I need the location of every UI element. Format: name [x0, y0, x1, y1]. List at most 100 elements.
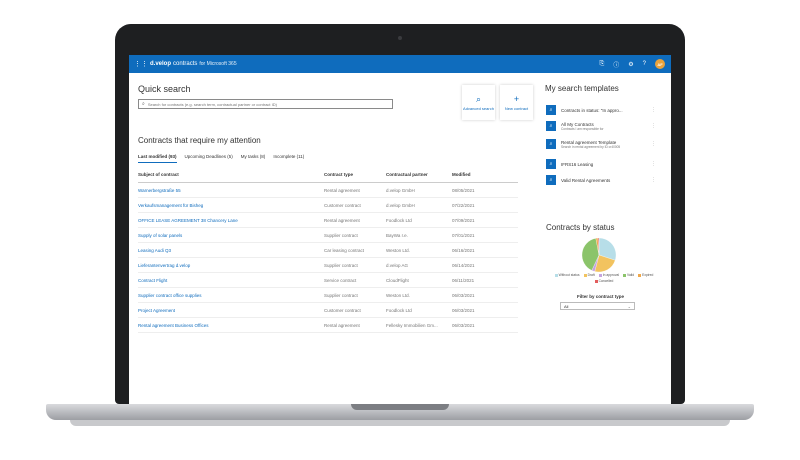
legend-item[interactable]: Valid: [623, 273, 634, 277]
avatar[interactable]: AF: [655, 59, 665, 69]
contract-subject-link[interactable]: Supply of solar panels: [138, 233, 324, 238]
more-icon[interactable]: ⋮: [651, 161, 656, 167]
search-template-name: IFRS16 Leasing: [561, 161, 594, 167]
status-pie-chart[interactable]: [581, 237, 617, 273]
help-icon[interactable]: ?: [643, 61, 646, 67]
quick-search-input[interactable]: [147, 101, 378, 107]
column-header[interactable]: Modified: [452, 172, 512, 177]
contract-subject-link[interactable]: Contract Flight: [138, 278, 324, 283]
info-icon[interactable]: ⓘ: [613, 60, 619, 69]
new-contract-button[interactable]: + New contract: [500, 85, 533, 120]
contract-partner: Weston Ltd.: [386, 247, 410, 253]
table-row[interactable]: OFFICE LEASE AGREEMENT 38 Chancery Lane …: [138, 213, 518, 228]
search-templates-title: My search templates: [545, 84, 619, 93]
table-row[interactable]: Contract Flight Service contract CloudFl…: [138, 273, 518, 288]
search-template-name: Contracts in status: "In appro...: [561, 107, 623, 113]
legend-label: Draft: [587, 273, 595, 277]
search-template-text: Valid Rental Agreements: [561, 178, 645, 183]
contract-type: Rental agreement: [324, 187, 360, 193]
table-row[interactable]: Supply of solar panels Supplier contract…: [138, 228, 518, 243]
contract-modified: 06/03/2021: [452, 322, 475, 328]
brand-product: contracts: [173, 61, 198, 67]
contract-subject-link[interactable]: OFFICE LEASE AGREEMENT 38 Chancery Lane: [138, 218, 324, 223]
top-bar: ⋮⋮ d.velop contracts for Microsoft 365 ⎘…: [129, 55, 671, 73]
search-template-desc: Search in rental agreement by ID cr40005: [561, 144, 621, 149]
contract-modified: 06/16/2021: [452, 247, 475, 253]
table-row[interactable]: Verkaufsmanagement für Bisheg Customer c…: [138, 198, 518, 213]
gear-icon[interactable]: ⚙: [628, 61, 633, 68]
notifications-icon[interactable]: ⎘: [599, 61, 604, 68]
legend-item[interactable]: Draft: [583, 273, 595, 277]
table-row[interactable]: Project Agreement Customer contract Food…: [138, 303, 518, 318]
laptop-notch: [351, 404, 449, 410]
table-row[interactable]: Supplier contract office supplies Suppli…: [138, 288, 518, 303]
column-header[interactable]: Contract type: [324, 172, 386, 177]
legend-item[interactable]: Cancelled: [594, 279, 613, 283]
search-template-item[interactable]: ⌕ Valid Rental Agreements ⋮: [546, 175, 656, 185]
contract-modified: 06/03/2021: [452, 292, 475, 298]
legend-item[interactable]: Without status: [554, 273, 580, 277]
search-template-item[interactable]: ⌕ Contracts in status: "In appro... ⋮: [546, 105, 656, 115]
search-icon: ⌕: [546, 105, 556, 115]
attention-tabs: Last modified (93) Upcoming Deadlines (5…: [138, 154, 304, 163]
more-icon[interactable]: ⋮: [651, 123, 656, 129]
legend-label: Expired: [642, 273, 654, 277]
quick-search-box[interactable]: ⌕: [138, 99, 393, 109]
contract-subject-link[interactable]: Project Agreement: [138, 308, 324, 313]
contract-subject-link[interactable]: Supplier contract office supplies: [138, 293, 324, 298]
search-template-item[interactable]: ⌕ Rental agreement Template Search in re…: [546, 139, 656, 149]
brand-logo: d.velop: [150, 61, 172, 67]
contract-type-select-value: All: [564, 303, 569, 309]
search-template-item[interactable]: ⌕ IFRS16 Leasing ⋮: [546, 159, 656, 169]
search-icon: ⌕: [142, 101, 145, 107]
legend-swatch: [638, 273, 642, 277]
table-row[interactable]: Lieferantenvertrag d.velop Supplier cont…: [138, 258, 518, 273]
legend-item[interactable]: Expired: [638, 273, 653, 277]
table-row[interactable]: Rental agreement Business Offices Rental…: [138, 318, 518, 333]
tab-my-tasks[interactable]: My tasks (8): [241, 154, 266, 163]
tab-upcoming-deadlines[interactable]: Upcoming Deadlines (5): [185, 154, 233, 163]
contract-partner: Foodlock Ltd: [386, 217, 412, 223]
search-template-item[interactable]: ⌕ All My Contracts Contracts I am respon…: [546, 121, 656, 131]
search-icon: ⌕: [546, 121, 556, 131]
contract-subject-link[interactable]: Warnerbergstraße 55: [138, 188, 324, 193]
table-row[interactable]: Warnerbergstraße 55 Rental agreement d.v…: [138, 183, 518, 198]
contract-type: Customer contract: [324, 202, 361, 208]
top-bar-icons: ⎘ ⓘ ⚙ ? AF: [599, 59, 665, 69]
contracts-table: Subject of contract Contract type Contra…: [138, 172, 518, 333]
more-icon[interactable]: ⋮: [651, 107, 656, 113]
table-row[interactable]: Leasing Audi Q3 Car leasing contract Wes…: [138, 243, 518, 258]
contract-partner: CloudFlight: [386, 277, 409, 283]
app-launcher-icon[interactable]: ⋮⋮: [134, 60, 148, 68]
legend-swatch: [583, 273, 587, 277]
contract-type-select[interactable]: All ⌄: [560, 302, 635, 310]
contract-subject-link[interactable]: Leasing Audi Q3: [138, 248, 324, 253]
column-header[interactable]: Contractual partner: [386, 172, 452, 177]
search-template-text: IFRS16 Leasing: [561, 162, 645, 167]
tab-last-modified[interactable]: Last modified (93): [138, 154, 177, 163]
legend-item[interactable]: In approval: [598, 273, 620, 277]
column-header[interactable]: Subject of contract: [138, 172, 324, 177]
more-icon[interactable]: ⋮: [651, 177, 656, 183]
tab-incomplete[interactable]: Incomplete (11): [273, 154, 304, 163]
laptop-base-shadow: [70, 420, 730, 426]
contract-partner: d.velop GmbH: [386, 187, 415, 193]
more-icon[interactable]: ⋮: [651, 141, 656, 147]
search-icon: ⌕: [546, 159, 556, 169]
search-icon: ⌕: [546, 175, 556, 185]
contract-subject-link[interactable]: Rental agreement Business Offices: [138, 323, 324, 328]
contract-modified: 06/11/2021: [452, 277, 475, 283]
contract-type: Customer contract: [324, 307, 361, 313]
search-icon: ⌕: [475, 93, 482, 104]
filter-label: Filter by contract type: [577, 294, 625, 299]
legend-label: In approval: [602, 273, 620, 277]
contract-type: Supplier contract: [324, 262, 358, 268]
contract-type: Rental agreement: [324, 322, 360, 328]
advanced-search-button[interactable]: ⌕ Advanced search: [462, 85, 495, 120]
contract-subject-link[interactable]: Lieferantenvertrag d.velop: [138, 263, 324, 268]
camera: [398, 36, 402, 40]
contract-subject-link[interactable]: Verkaufsmanagement für Bisheg: [138, 203, 324, 208]
table-header: Subject of contract Contract type Contra…: [138, 172, 518, 183]
contract-modified: 06/03/2021: [452, 307, 475, 313]
legend-swatch: [598, 273, 602, 277]
